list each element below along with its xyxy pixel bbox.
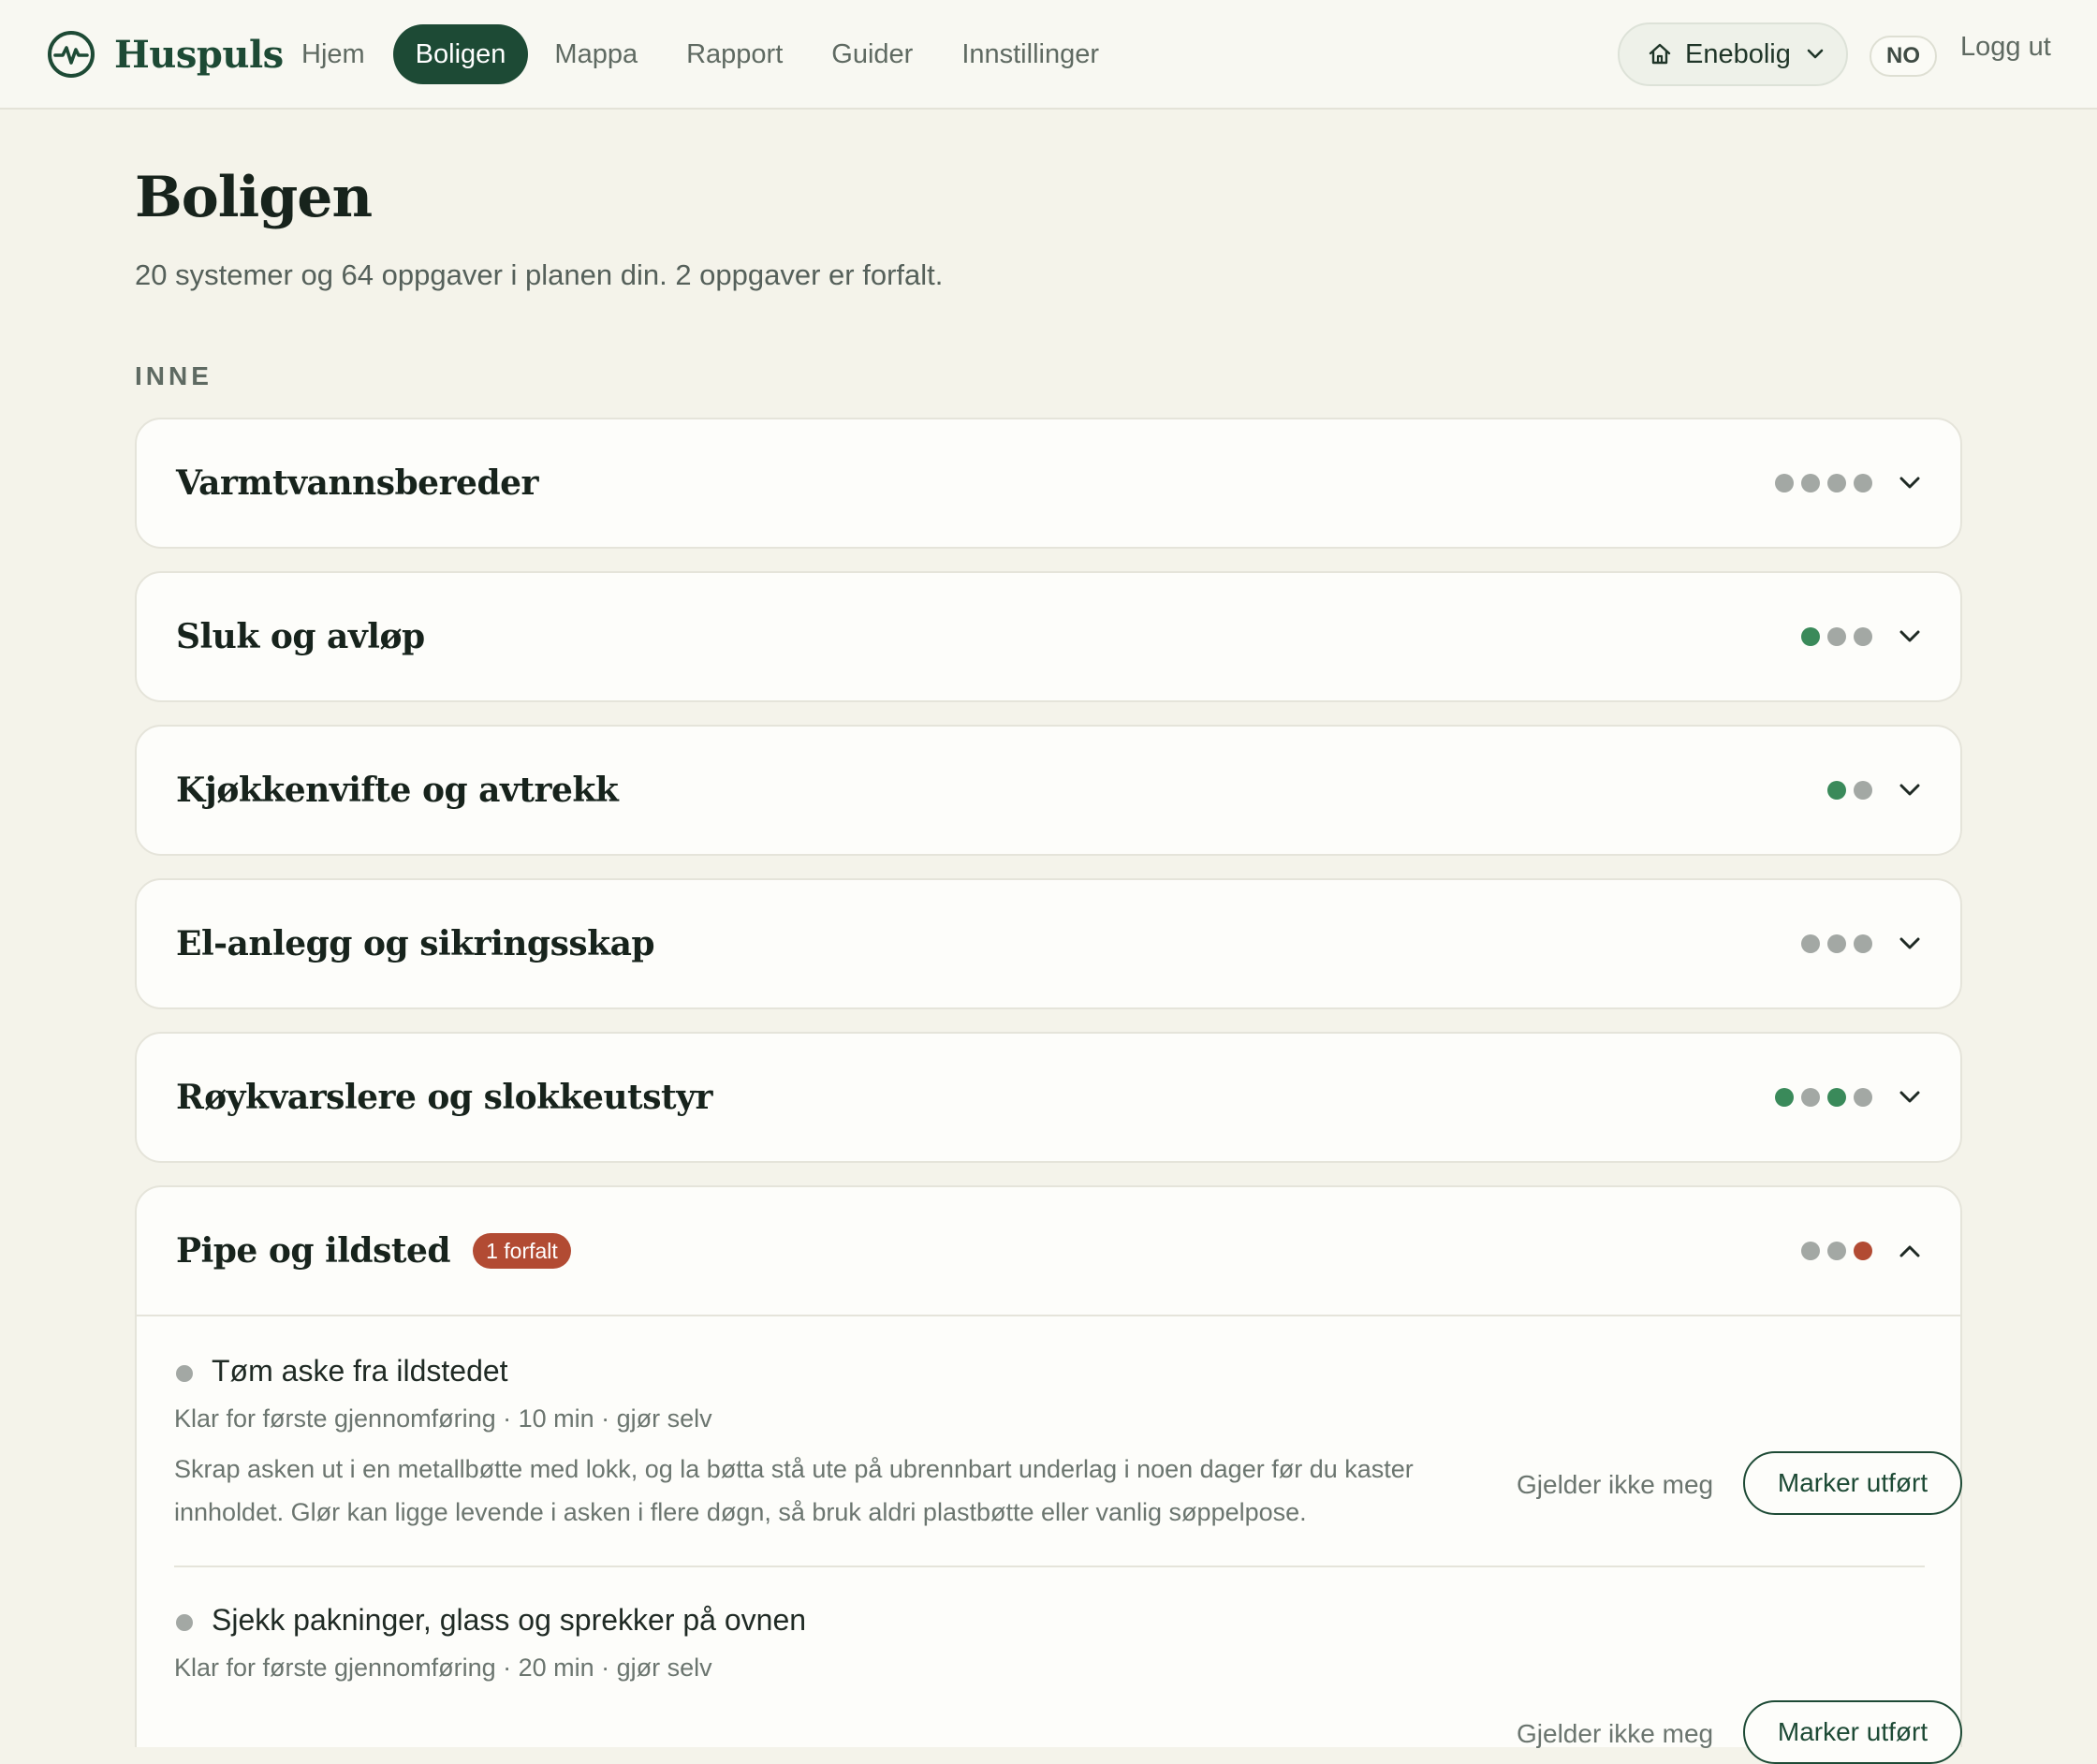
status-dots xyxy=(1767,474,1872,492)
status-dot xyxy=(1854,934,1872,953)
status-dot xyxy=(1827,1088,1846,1107)
status-dots xyxy=(1794,627,1872,646)
brand-name: Huspuls xyxy=(114,32,284,77)
task-meta: Klar for første gjennomføring · 20 min ·… xyxy=(174,1654,712,1682)
brand[interactable]: Huspuls xyxy=(47,30,284,79)
system-card[interactable]: El-anlegg og sikringsskap xyxy=(135,878,1962,1009)
system-title: Varmtvannsbereder xyxy=(176,463,539,503)
status-dot xyxy=(1801,474,1820,492)
status-dot xyxy=(1827,781,1846,800)
system-title[interactable]: Pipe og ildsted 1 forfalt xyxy=(176,1187,571,1315)
task-divider xyxy=(174,1566,1925,1567)
status-dot xyxy=(1854,627,1872,646)
status-dot xyxy=(1827,474,1846,492)
status-dot xyxy=(1854,1242,1872,1260)
task-title: Sjekk pakninger, glass og sprekker på ov… xyxy=(212,1603,807,1637)
nav-item-boligen[interactable]: Boligen xyxy=(392,24,529,84)
pulse-circle-icon xyxy=(48,31,95,78)
status-dot xyxy=(1775,474,1794,492)
system-card-expanded: Pipe og ildsted 1 forfalt Tøm aske fra il… xyxy=(135,1185,1962,1764)
status-dot xyxy=(1827,934,1846,953)
system-card[interactable]: Sluk og avløp xyxy=(135,571,1962,702)
nav-item-rapport[interactable]: Rapport xyxy=(666,24,803,84)
status-dot xyxy=(1775,1088,1794,1107)
nav-item-hjem[interactable]: Hjem xyxy=(281,24,386,84)
home-type-selector[interactable]: Enebolig xyxy=(1618,22,1848,86)
nav-item-mappa[interactable]: Mappa xyxy=(534,24,658,84)
status-dot xyxy=(1801,627,1820,646)
page-summary: 20 systemer og 64 oppgaver i planen din.… xyxy=(135,258,944,291)
status-dots xyxy=(1767,1088,1872,1107)
status-dot xyxy=(1854,474,1872,492)
top-navigation-bar: Huspuls Hjem Boligen Mappa Rapport Guide… xyxy=(0,0,2097,110)
page-title: Boligen xyxy=(135,165,373,230)
status-dot xyxy=(1854,781,1872,800)
system-title: Kjøkkenvifte og avtrekk xyxy=(176,771,619,810)
status-dot xyxy=(1827,1242,1846,1260)
not-applicable-link[interactable]: Gjelder ikke meg xyxy=(1517,1719,1713,1749)
system-title: El-anlegg og sikringsskap xyxy=(176,924,655,963)
status-dots xyxy=(1794,1242,1872,1260)
not-applicable-link[interactable]: Gjelder ikke meg xyxy=(1517,1470,1713,1500)
status-dot xyxy=(1827,627,1846,646)
main-nav: Hjem Boligen Mappa Rapport Guider Innsti… xyxy=(281,24,1127,84)
task-status-dot xyxy=(176,1614,193,1631)
section-label: INNE xyxy=(135,361,213,390)
status-dot xyxy=(1854,1088,1872,1107)
chevron-down-icon xyxy=(1807,49,1824,59)
chevron-down-icon[interactable] xyxy=(1897,470,1923,496)
nav-item-guider[interactable]: Guider xyxy=(811,24,933,84)
status-dots xyxy=(1794,934,1872,953)
chevron-down-icon[interactable] xyxy=(1897,777,1923,803)
logout-link[interactable]: Logg ut xyxy=(1960,32,2051,63)
nav-item-innstillinger[interactable]: Innstillinger xyxy=(941,24,1120,84)
chevron-down-icon[interactable] xyxy=(1897,1084,1923,1110)
house-icon xyxy=(1649,43,1671,65)
system-card[interactable]: Varmtvannsbereder xyxy=(135,418,1962,549)
status-dot xyxy=(1801,1088,1820,1107)
task-title: Tøm aske fra ildstedet xyxy=(212,1354,508,1388)
overdue-badge: 1 forfalt xyxy=(473,1233,571,1269)
system-title: Røykvarslere og slokkeutstyr xyxy=(176,1078,712,1117)
chevron-down-icon[interactable] xyxy=(1897,624,1923,650)
chevron-down-icon[interactable] xyxy=(1897,931,1923,957)
status-dots xyxy=(1820,781,1872,800)
chevron-up-icon[interactable] xyxy=(1897,1238,1923,1264)
language-toggle[interactable]: NO xyxy=(1870,36,1937,77)
system-card[interactable]: Kjøkkenvifte og avtrekk xyxy=(135,725,1962,856)
mark-done-button[interactable]: Marker utført xyxy=(1743,1451,1962,1515)
card-divider xyxy=(137,1315,1960,1316)
system-title-text: Pipe og ildsted xyxy=(176,1231,451,1271)
home-type-label: Enebolig xyxy=(1685,38,1791,69)
system-card[interactable]: Røykvarslere og slokkeutstyr xyxy=(135,1032,1962,1163)
mark-done-button[interactable]: Marker utført xyxy=(1743,1700,1962,1764)
task-description: Skrap asken ut i en metallbøtte med lokk… xyxy=(174,1455,1414,1526)
task-status-dot xyxy=(176,1365,193,1382)
task-meta: Klar for første gjennomføring · 10 min ·… xyxy=(174,1404,712,1433)
system-title: Sluk og avløp xyxy=(176,617,425,656)
status-dot xyxy=(1801,934,1820,953)
status-dot xyxy=(1801,1242,1820,1260)
